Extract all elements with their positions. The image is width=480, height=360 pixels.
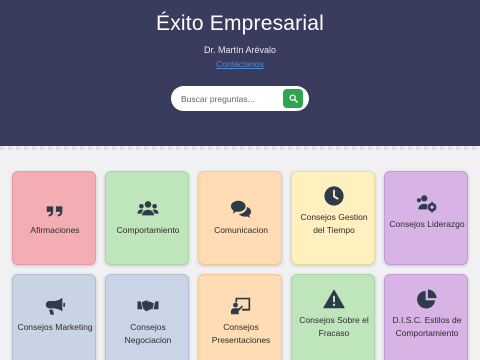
- card-label: Comunicacion: [214, 225, 268, 235]
- card-comunicacion[interactable]: Comunicacion: [198, 171, 282, 265]
- quote-icon: [13, 200, 97, 222]
- pie-chart-icon: [385, 288, 469, 310]
- header: Éxito Empresarial Dr. Martín Arévalo Con…: [0, 0, 480, 146]
- card-gestion-tiempo[interactable]: Consejos Gestion del Tiempo: [291, 171, 375, 265]
- search-icon: [289, 94, 298, 103]
- card-label: Consejos Presentaciones: [211, 322, 271, 345]
- author-name: Dr. Martín Arévalo: [203, 45, 277, 55]
- card-marketing[interactable]: Consejos Marketing: [12, 274, 96, 360]
- card-presentaciones[interactable]: Consejos Presentaciones: [198, 274, 282, 360]
- page-title: Éxito Empresarial: [156, 12, 324, 35]
- comments-icon: [199, 198, 283, 220]
- card-label: Consejos Liderazgo: [389, 219, 465, 229]
- card-comportamiento[interactable]: Comportamiento: [105, 171, 189, 265]
- presentation-icon: [199, 295, 283, 317]
- warning-icon: [292, 288, 376, 310]
- card-label: Consejos Gestion del Tiempo: [300, 212, 368, 235]
- megaphone-icon: [13, 295, 97, 317]
- card-label: Afirmaciones: [30, 225, 80, 235]
- header-divider: [0, 146, 480, 150]
- users-gear-icon: [385, 192, 469, 214]
- card-negociacion[interactable]: Consejos Negociacion: [105, 274, 189, 360]
- search-input[interactable]: [181, 88, 285, 109]
- card-label: Consejos Negociacion: [124, 322, 172, 345]
- card-label: Comportamiento: [116, 225, 180, 235]
- users-icon: [106, 198, 190, 220]
- clock-icon: [292, 185, 376, 207]
- card-label: Consejos Sobre el Fracaso: [299, 315, 369, 338]
- card-liderazgo[interactable]: Consejos Liderazgo: [384, 171, 468, 265]
- card-label: D.I.S.C. Estilos de Comportamiento: [392, 315, 462, 338]
- card-label: Consejos Marketing: [17, 322, 93, 332]
- card-disc[interactable]: D.I.S.C. Estilos de Comportamiento: [384, 274, 468, 360]
- contact-link[interactable]: Contáctanos: [0, 59, 480, 69]
- search-button[interactable]: [283, 89, 303, 108]
- card-afirmaciones[interactable]: Afirmaciones: [12, 171, 96, 265]
- card-fracaso[interactable]: Consejos Sobre el Fracaso: [291, 274, 375, 360]
- handshake-icon: [106, 295, 190, 317]
- search-bar: [171, 86, 309, 111]
